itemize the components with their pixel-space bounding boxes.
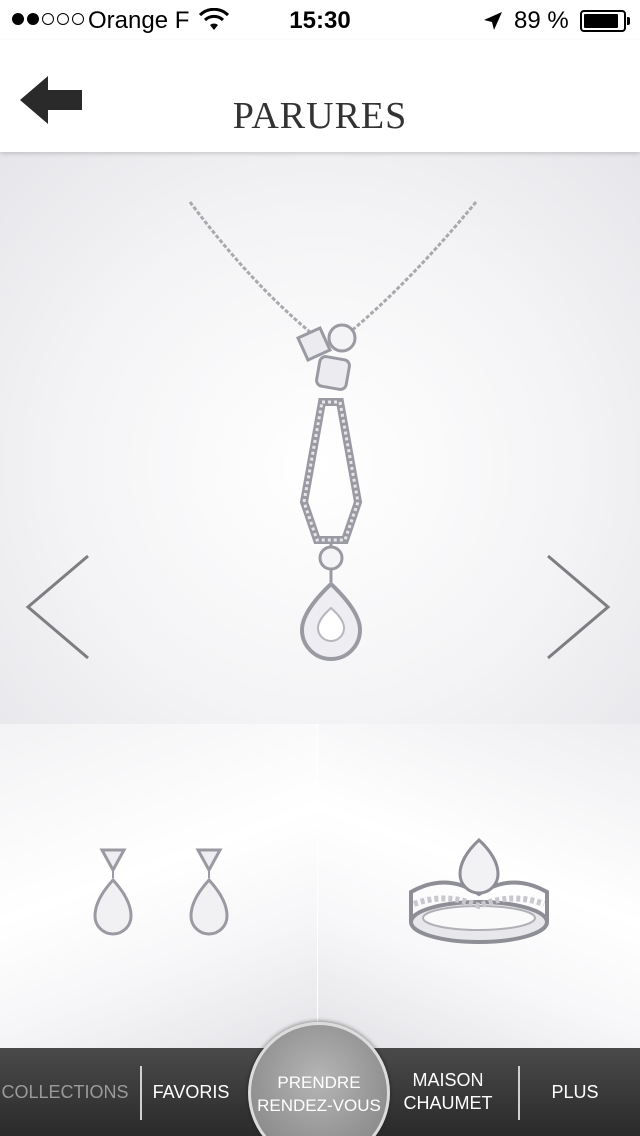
chevron-left-icon[interactable]: [22, 552, 92, 662]
earrings-thumbnail[interactable]: [0, 724, 317, 1050]
page-title: PARURES: [232, 95, 408, 137]
ring-thumbnail[interactable]: [318, 724, 640, 1050]
location-arrow-icon: [484, 12, 502, 30]
tab-maison-line1: MAISON: [412, 1070, 484, 1090]
tab-plus[interactable]: PLUS: [520, 1048, 630, 1136]
tab-maison-line2: CHAUMET: [403, 1093, 493, 1113]
necklace-image: [188, 201, 478, 661]
appointment-line2: RENDEZ-VOUS: [257, 1096, 381, 1115]
chevron-right-icon[interactable]: [544, 552, 614, 662]
earrings-image: [93, 848, 229, 936]
tab-maison-chaumet[interactable]: MAISON CHAUMET: [388, 1048, 508, 1136]
ring-image: [409, 837, 549, 944]
product-hero-image[interactable]: [0, 152, 640, 724]
status-bar: Orange F 15:30 89 %: [0, 0, 640, 40]
appointment-line1: PRENDRE: [277, 1073, 361, 1092]
battery-percentage: 89 %: [514, 7, 569, 34]
navigation-header: PARURES: [0, 40, 640, 152]
tab-favoris[interactable]: FAVORIS: [142, 1048, 240, 1136]
battery-icon: [580, 10, 630, 32]
tab-collections[interactable]: COLLECTIONS: [0, 1048, 130, 1136]
product-thumbnails: [0, 724, 640, 1050]
